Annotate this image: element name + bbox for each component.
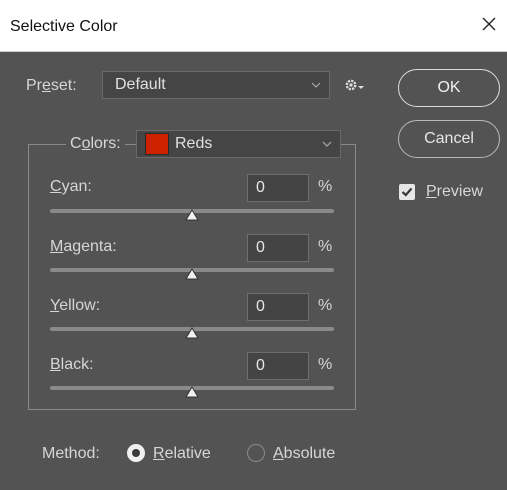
black-unit: % [318, 356, 333, 373]
magenta-unit: % [318, 238, 333, 255]
colors-label: Colors: [66, 135, 125, 153]
black-input[interactable]: 0 [247, 352, 309, 380]
chevron-down-icon [311, 82, 321, 88]
absolute-radio[interactable] [247, 444, 265, 462]
magenta-slider-thumb[interactable] [185, 267, 199, 280]
colors-dropdown[interactable]: Reds [136, 130, 341, 158]
cyan-slider-thumb[interactable] [185, 208, 199, 221]
preset-label: Preset: [26, 77, 77, 94]
chevron-down-icon [322, 141, 332, 147]
black-label: Black: [50, 356, 94, 373]
cancel-button[interactable]: Cancel [398, 120, 500, 158]
yellow-input[interactable]: 0 [247, 293, 309, 321]
colors-value: Reds [175, 135, 213, 152]
method-label: Method: [42, 445, 100, 462]
black-slider-thumb[interactable] [185, 385, 199, 398]
preset-value: Default [115, 76, 166, 93]
preview-label[interactable]: Preview [426, 183, 483, 201]
magenta-label: Magenta: [50, 238, 117, 255]
close-icon[interactable] [477, 12, 501, 36]
yellow-slider-thumb[interactable] [185, 326, 199, 339]
yellow-unit: % [318, 297, 333, 314]
gear-icon[interactable] [343, 76, 365, 96]
yellow-label: Yellow: [50, 297, 101, 314]
relative-label[interactable]: Relative [153, 445, 211, 463]
cyan-unit: % [318, 178, 333, 195]
color-swatch [145, 133, 169, 155]
title-bar: Selective Color [0, 0, 507, 52]
cyan-label: Cyan: [50, 178, 92, 195]
preset-dropdown[interactable]: Default [102, 71, 330, 99]
selective-color-dialog: Selective Color Preset: Default OK Cance… [0, 0, 507, 490]
preview-checkbox[interactable] [399, 184, 415, 200]
relative-radio[interactable] [127, 444, 145, 462]
ok-button[interactable]: OK [398, 69, 500, 107]
absolute-label[interactable]: Absolute [273, 445, 335, 463]
window-title: Selective Color [10, 18, 118, 35]
magenta-input[interactable]: 0 [247, 234, 309, 262]
cyan-input[interactable]: 0 [247, 174, 309, 202]
checkmark-icon [401, 187, 413, 197]
